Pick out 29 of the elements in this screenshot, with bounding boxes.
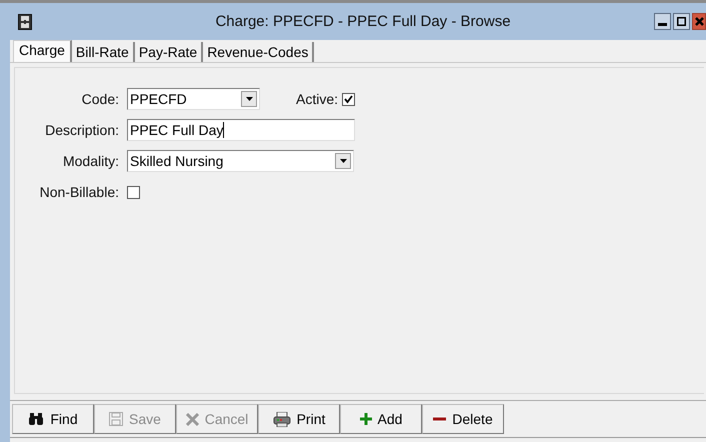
code-dropdown[interactable]: PPECFD <box>127 88 260 110</box>
window-title: Charge: PPECFD - PPEC Full Day - Browse <box>214 13 512 30</box>
minimize-button[interactable] <box>654 13 671 30</box>
field-label: Code: <box>80 91 119 107</box>
close-icon <box>694 17 704 26</box>
plus-icon <box>360 413 372 425</box>
binoculars-icon <box>28 413 44 425</box>
checkbox[interactable] <box>342 92 356 106</box>
field-label: Description: <box>44 122 119 138</box>
printer-icon <box>272 412 291 426</box>
checkbox[interactable] <box>127 186 140 198</box>
dropdown-arrow-icon <box>246 97 252 101</box>
field-label: Non-Billable: <box>38 184 119 200</box>
field-label: Modality: <box>62 153 119 169</box>
add-button[interactable]: Add <box>340 404 422 434</box>
field-label: Active: <box>296 91 338 107</box>
app-icon <box>18 14 32 30</box>
x-icon <box>186 412 199 426</box>
modality-dropdown[interactable]: Skilled Nursing <box>127 150 354 172</box>
maximize-icon <box>677 17 686 26</box>
delete-button[interactable]: Delete <box>422 404 504 434</box>
close-button[interactable] <box>692 13 706 30</box>
maximize-button[interactable] <box>673 13 690 30</box>
tab[interactable]: Charge <box>13 40 72 62</box>
minus-icon <box>433 417 446 421</box>
dropdown-arrow-icon <box>340 159 346 163</box>
find-button[interactable]: Find <box>12 404 94 434</box>
print-button[interactable]: Print <box>258 404 340 434</box>
input-field[interactable]: PPEC Full Day <box>127 119 355 141</box>
